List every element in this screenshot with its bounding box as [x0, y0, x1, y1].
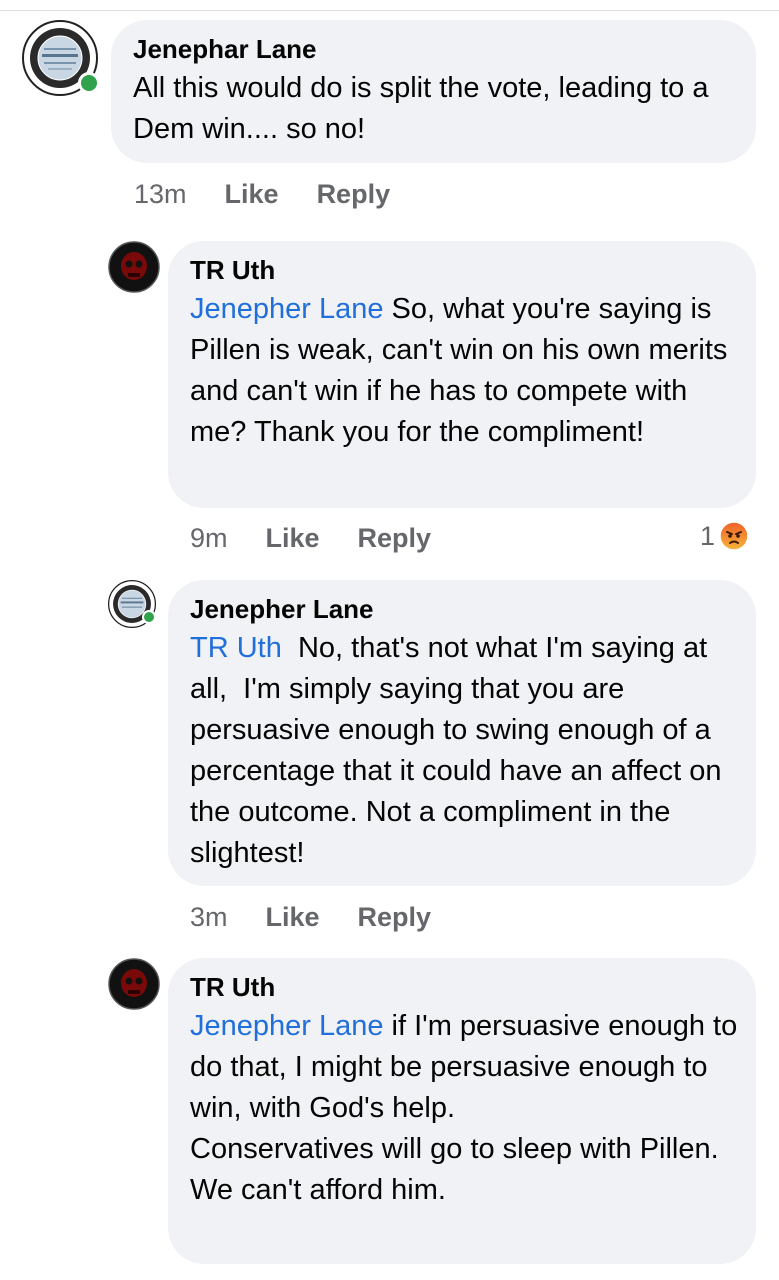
mention-link[interactable]: Jenepher Lane [190, 1010, 384, 1042]
comment-4: TR Uth Jenepher Lane if I'm persuasive e… [0, 0, 779, 1280]
comment-text: Jenepher Lane if I'm persuasive enough t… [190, 1006, 740, 1211]
skull-avatar-icon [108, 958, 160, 1010]
comment-bubble[interactable]: TR Uth Jenepher Lane if I'm persuasive e… [168, 958, 756, 1264]
comment-author[interactable]: TR Uth [190, 972, 734, 1002]
avatar-tr-uth[interactable] [108, 958, 160, 1010]
